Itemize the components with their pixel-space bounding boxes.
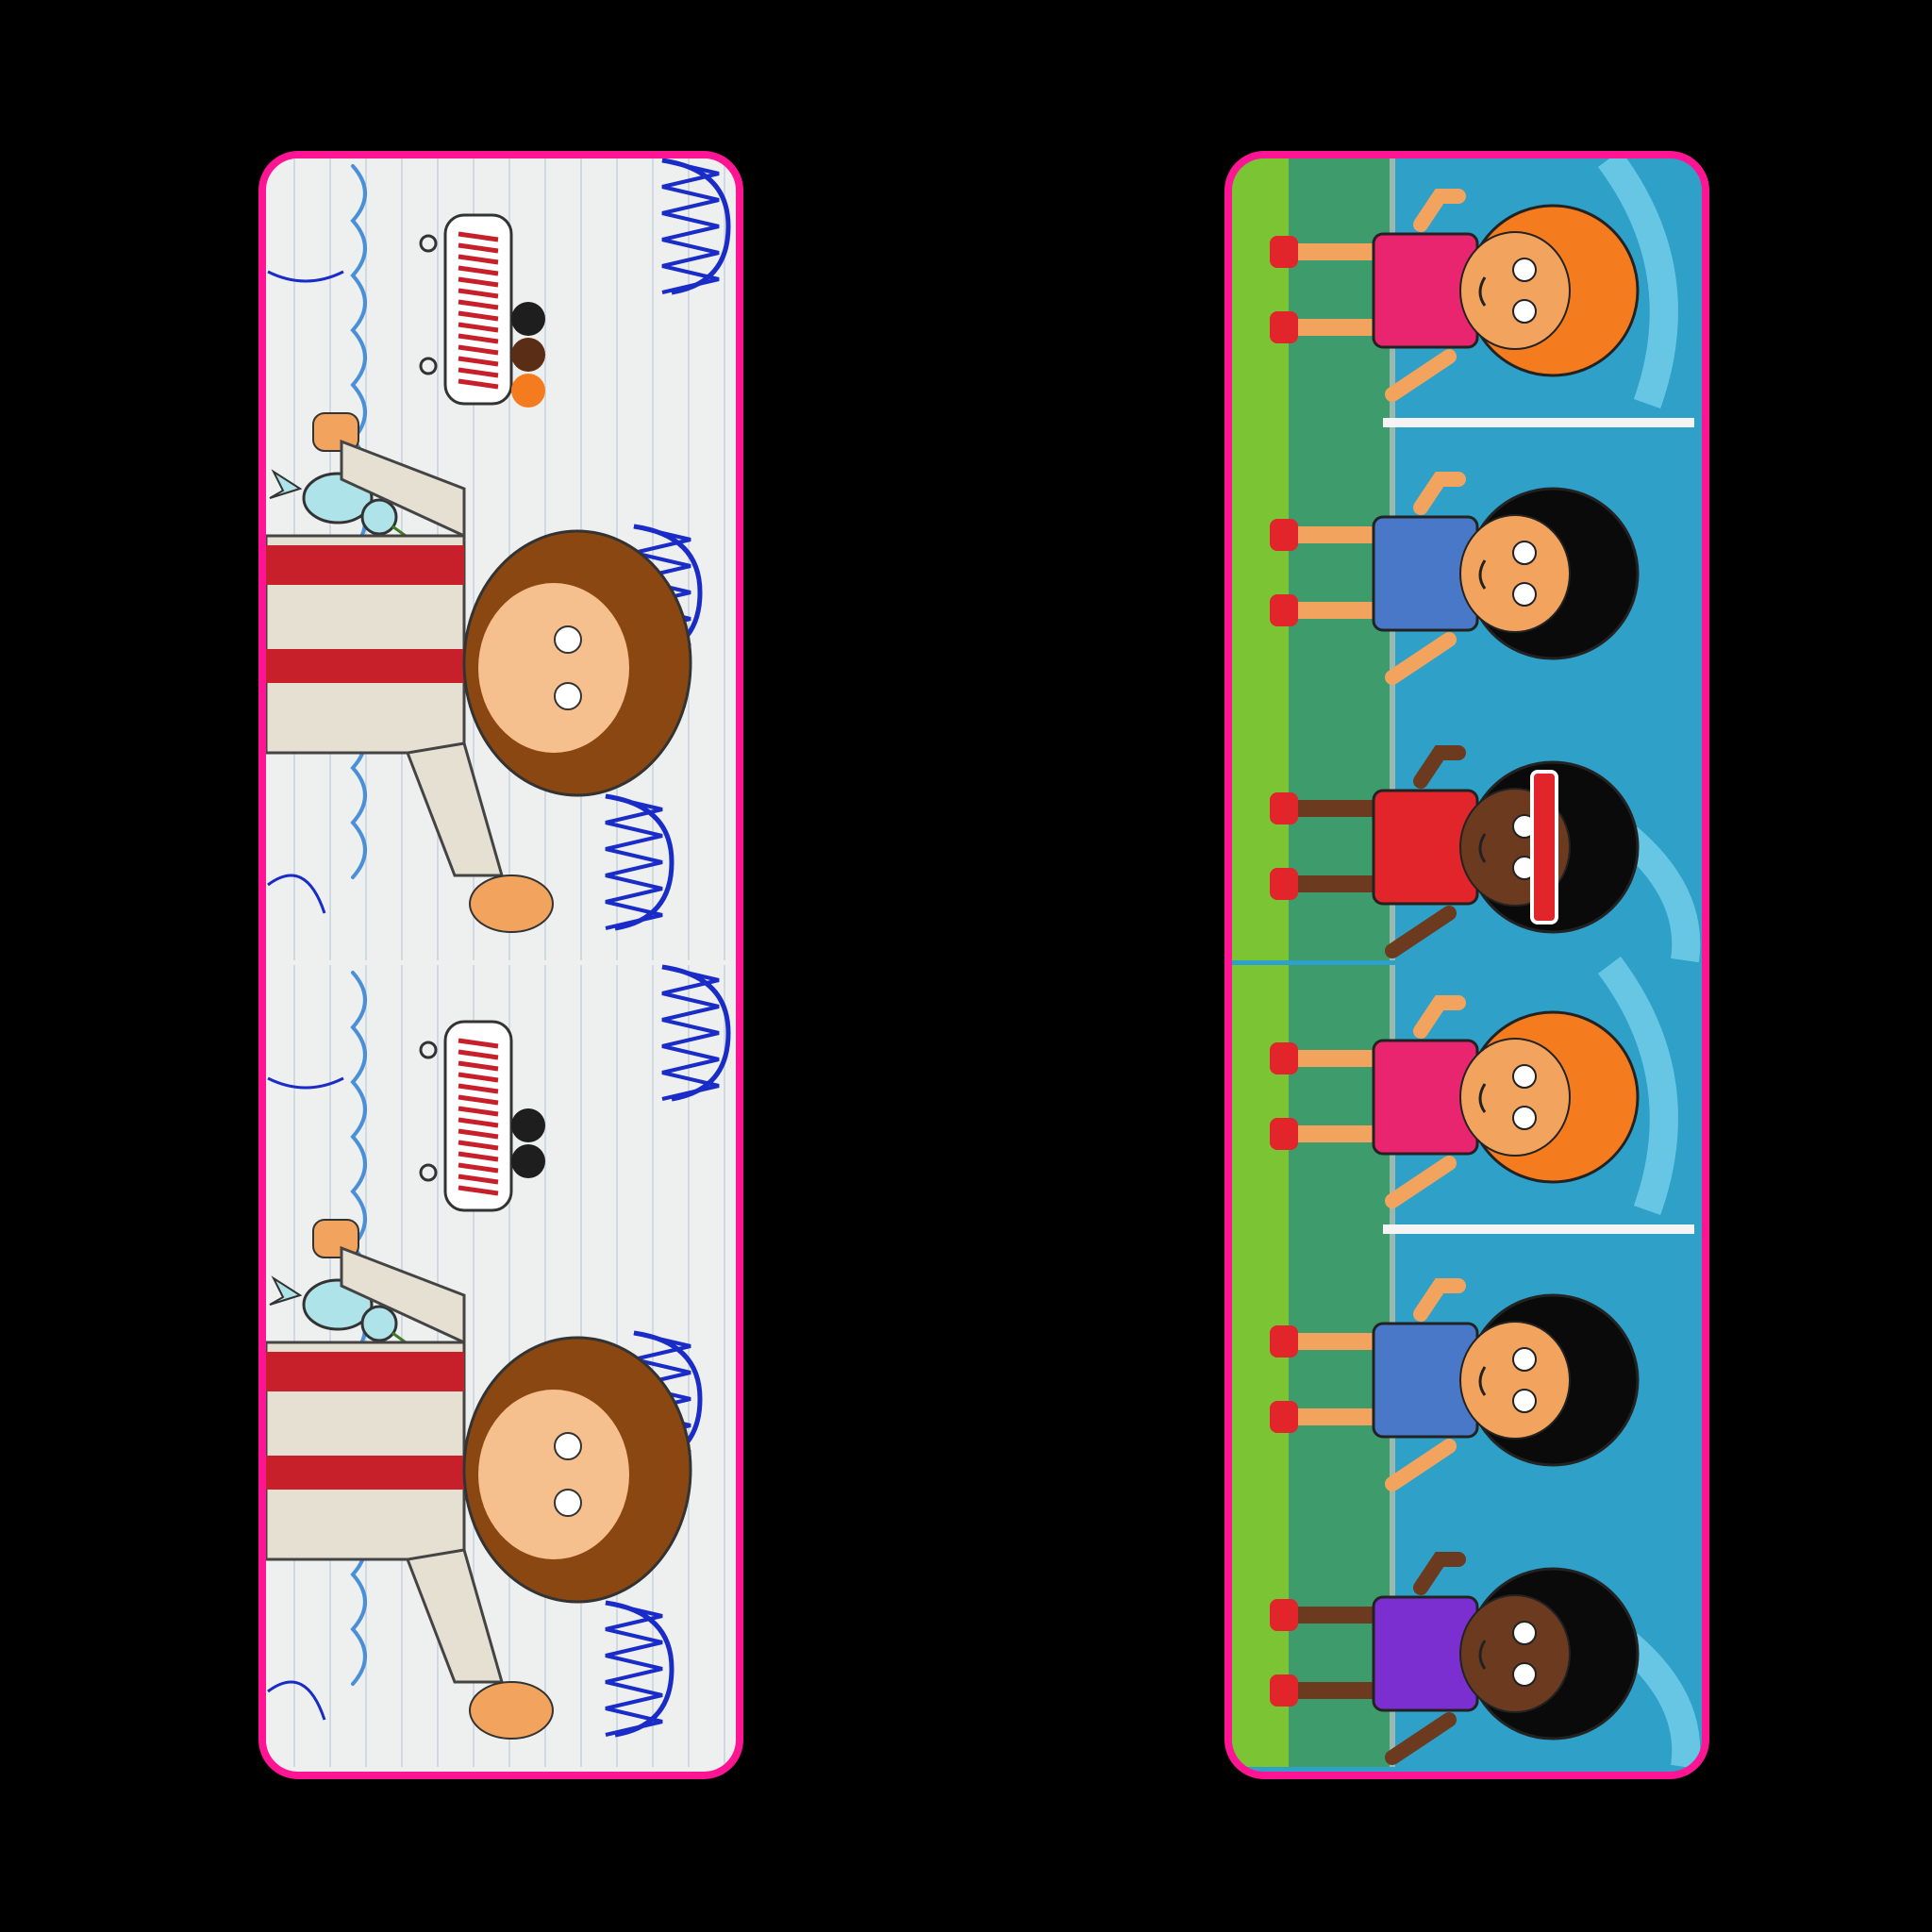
shoe <box>1270 1118 1298 1150</box>
top-panel <box>266 158 732 960</box>
figure-face <box>478 1390 629 1559</box>
shoe <box>1270 594 1298 626</box>
passenger-head <box>511 1144 545 1178</box>
red-sash <box>266 649 464 683</box>
red-sash <box>266 1456 464 1490</box>
eye <box>1512 299 1537 324</box>
shoe <box>1270 236 1298 268</box>
shoe <box>1270 1325 1298 1357</box>
passenger-head <box>511 338 545 372</box>
pool-scene-art <box>1232 158 1702 1770</box>
red-sash <box>266 1352 464 1391</box>
shoe <box>1270 311 1298 343</box>
eye <box>554 625 582 654</box>
open-palm <box>469 874 554 933</box>
face <box>1459 1038 1571 1157</box>
passenger-head <box>511 302 545 336</box>
eye <box>1512 1389 1537 1413</box>
eye <box>554 682 582 710</box>
eye <box>1512 582 1537 607</box>
eye <box>554 1432 582 1460</box>
lane-line <box>1383 418 1694 427</box>
eye <box>1512 1621 1537 1645</box>
shoe <box>1270 792 1298 824</box>
shoe <box>1270 868 1298 900</box>
eye <box>1512 1347 1537 1372</box>
face <box>1459 514 1571 633</box>
bottom-panel <box>1232 957 1702 1770</box>
shoe <box>1270 1042 1298 1074</box>
face <box>1459 1594 1571 1713</box>
headband <box>1530 770 1558 924</box>
eye <box>1512 1662 1537 1687</box>
shoe <box>1270 519 1298 551</box>
figure-face <box>478 583 629 753</box>
shoe <box>1270 1401 1298 1433</box>
passenger-head <box>511 1108 545 1142</box>
shoe <box>1270 1674 1298 1707</box>
face <box>1459 1321 1571 1440</box>
paper-sky-scene-card <box>258 151 743 1779</box>
eye <box>1512 1106 1537 1130</box>
lane-line <box>1383 1224 1694 1234</box>
pool-children-scene-card <box>1224 151 1709 1779</box>
eye <box>554 1489 582 1517</box>
eye <box>1512 1064 1537 1089</box>
face <box>1459 231 1571 350</box>
top-panel <box>1232 158 1702 963</box>
passenger-head <box>511 374 545 408</box>
eye <box>1512 258 1537 282</box>
red-sash <box>266 545 464 585</box>
paper-scene-art <box>266 158 732 1767</box>
eye <box>1512 541 1537 565</box>
bottom-panel <box>266 964 732 1767</box>
canvas-background <box>0 0 1932 1932</box>
shoe <box>1270 1599 1298 1631</box>
open-palm <box>469 1681 554 1740</box>
